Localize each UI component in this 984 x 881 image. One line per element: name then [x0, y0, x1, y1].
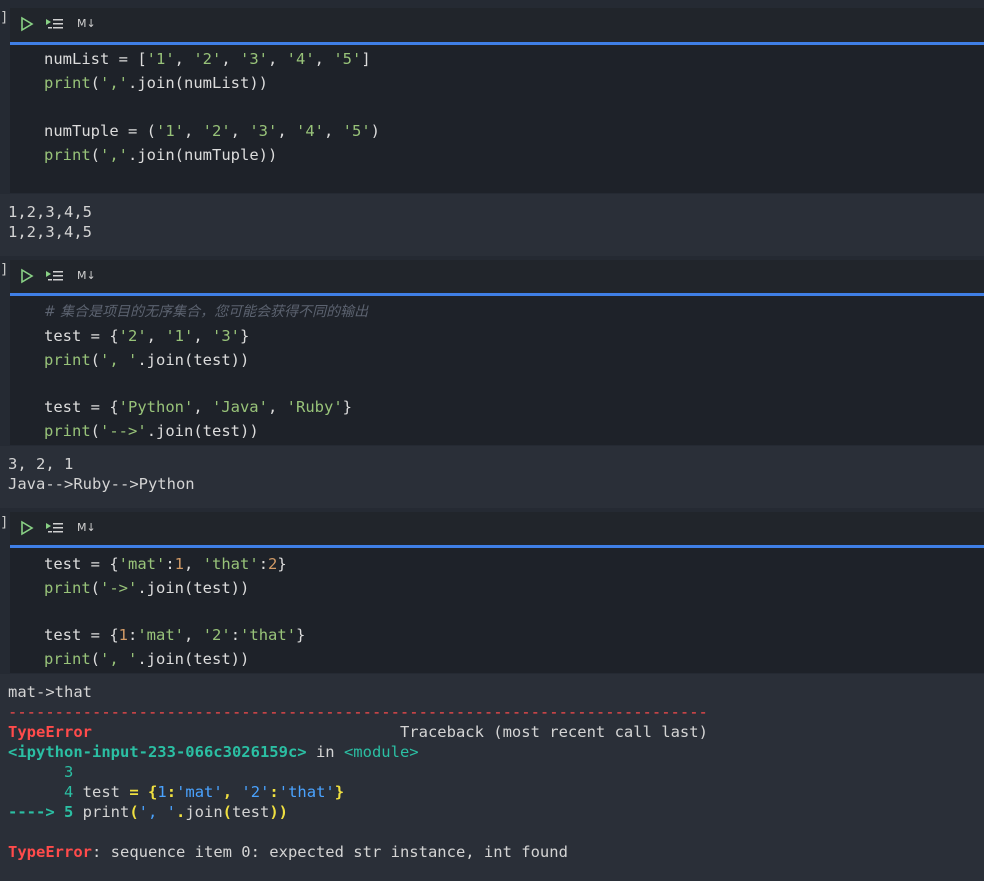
- cell-toolbar: M↓: [10, 260, 984, 294]
- cell-output: 1,2,3,4,5 1,2,3,4,5: [0, 194, 984, 256]
- run-below-icon[interactable]: [45, 520, 65, 540]
- markdown-toggle-icon[interactable]: M↓: [77, 269, 96, 282]
- cell-toolbar: M↓: [10, 8, 984, 42]
- code-line: print('-->'.join(test)): [44, 422, 259, 440]
- run-below-icon[interactable]: [45, 268, 65, 288]
- output-line: 1,2,3,4,5: [8, 203, 92, 221]
- output-line: 3, 2, 1: [8, 455, 74, 473]
- output-line: mat->that: [8, 683, 92, 701]
- code-line: test = {'mat':1, 'that':2}: [44, 555, 287, 573]
- code-line: print(', '.join(test)): [44, 351, 250, 369]
- code-line: test = {'Python', 'Java', 'Ruby'}: [44, 398, 352, 416]
- traceback-line: 4 test = {1:'mat', '2':'that'}: [64, 783, 345, 801]
- code-comment: # 集合是项目的无序集合，您可能会获得不同的输出: [44, 304, 369, 320]
- code-editor[interactable]: test = {'mat':1, 'that':2} print('->'.jo…: [10, 545, 984, 673]
- cell-bracket: ]: [0, 262, 9, 278]
- run-cell-icon[interactable]: [20, 16, 34, 36]
- code-line: print('->'.join(test)): [44, 579, 250, 597]
- output-line: 1,2,3,4,5: [8, 223, 92, 241]
- markdown-toggle-icon[interactable]: M↓: [77, 17, 96, 30]
- code-line: print(','.join(numTuple)): [44, 146, 278, 164]
- traceback-header: TypeError Traceback (most recent call la…: [8, 723, 708, 741]
- run-below-icon[interactable]: [45, 16, 65, 36]
- traceback-error-line: ----> 5 print(', '.join(test)): [8, 803, 289, 821]
- code-line: numList = ['1', '2', '3', '4', '5']: [44, 50, 371, 68]
- output-line: Java-->Ruby-->Python: [8, 475, 195, 493]
- cell-output: 3, 2, 1 Java-->Ruby-->Python: [0, 446, 984, 508]
- traceback-line: 3: [64, 763, 74, 781]
- markdown-toggle-icon[interactable]: M↓: [77, 521, 96, 534]
- traceback-separator: ----------------------------------------…: [8, 703, 708, 721]
- code-line: test = {'2', '1', '3'}: [44, 327, 250, 345]
- traceback-location: <ipython-input-233-066c3026159c> in <mod…: [8, 743, 419, 761]
- error-message: TypeError: sequence item 0: expected str…: [8, 843, 568, 861]
- cell-bracket: ]: [0, 10, 9, 26]
- code-line: test = {1:'mat', '2':'that'}: [44, 626, 306, 644]
- code-line: print(', '.join(test)): [44, 650, 250, 668]
- cell-toolbar: M↓: [10, 512, 984, 546]
- cell-bracket: ]: [0, 515, 9, 531]
- run-cell-icon[interactable]: [20, 268, 34, 288]
- run-cell-icon[interactable]: [20, 520, 34, 540]
- code-line: print(','.join(numList)): [44, 74, 268, 92]
- code-line: numTuple = ('1', '2', '3', '4', '5'): [44, 122, 381, 140]
- cell-output: mat->that ------------------------------…: [0, 674, 984, 881]
- code-editor[interactable]: numList = ['1', '2', '3', '4', '5'] prin…: [10, 42, 984, 193]
- code-editor[interactable]: # 集合是项目的无序集合，您可能会获得不同的输出 test = {'2', '1…: [10, 293, 984, 445]
